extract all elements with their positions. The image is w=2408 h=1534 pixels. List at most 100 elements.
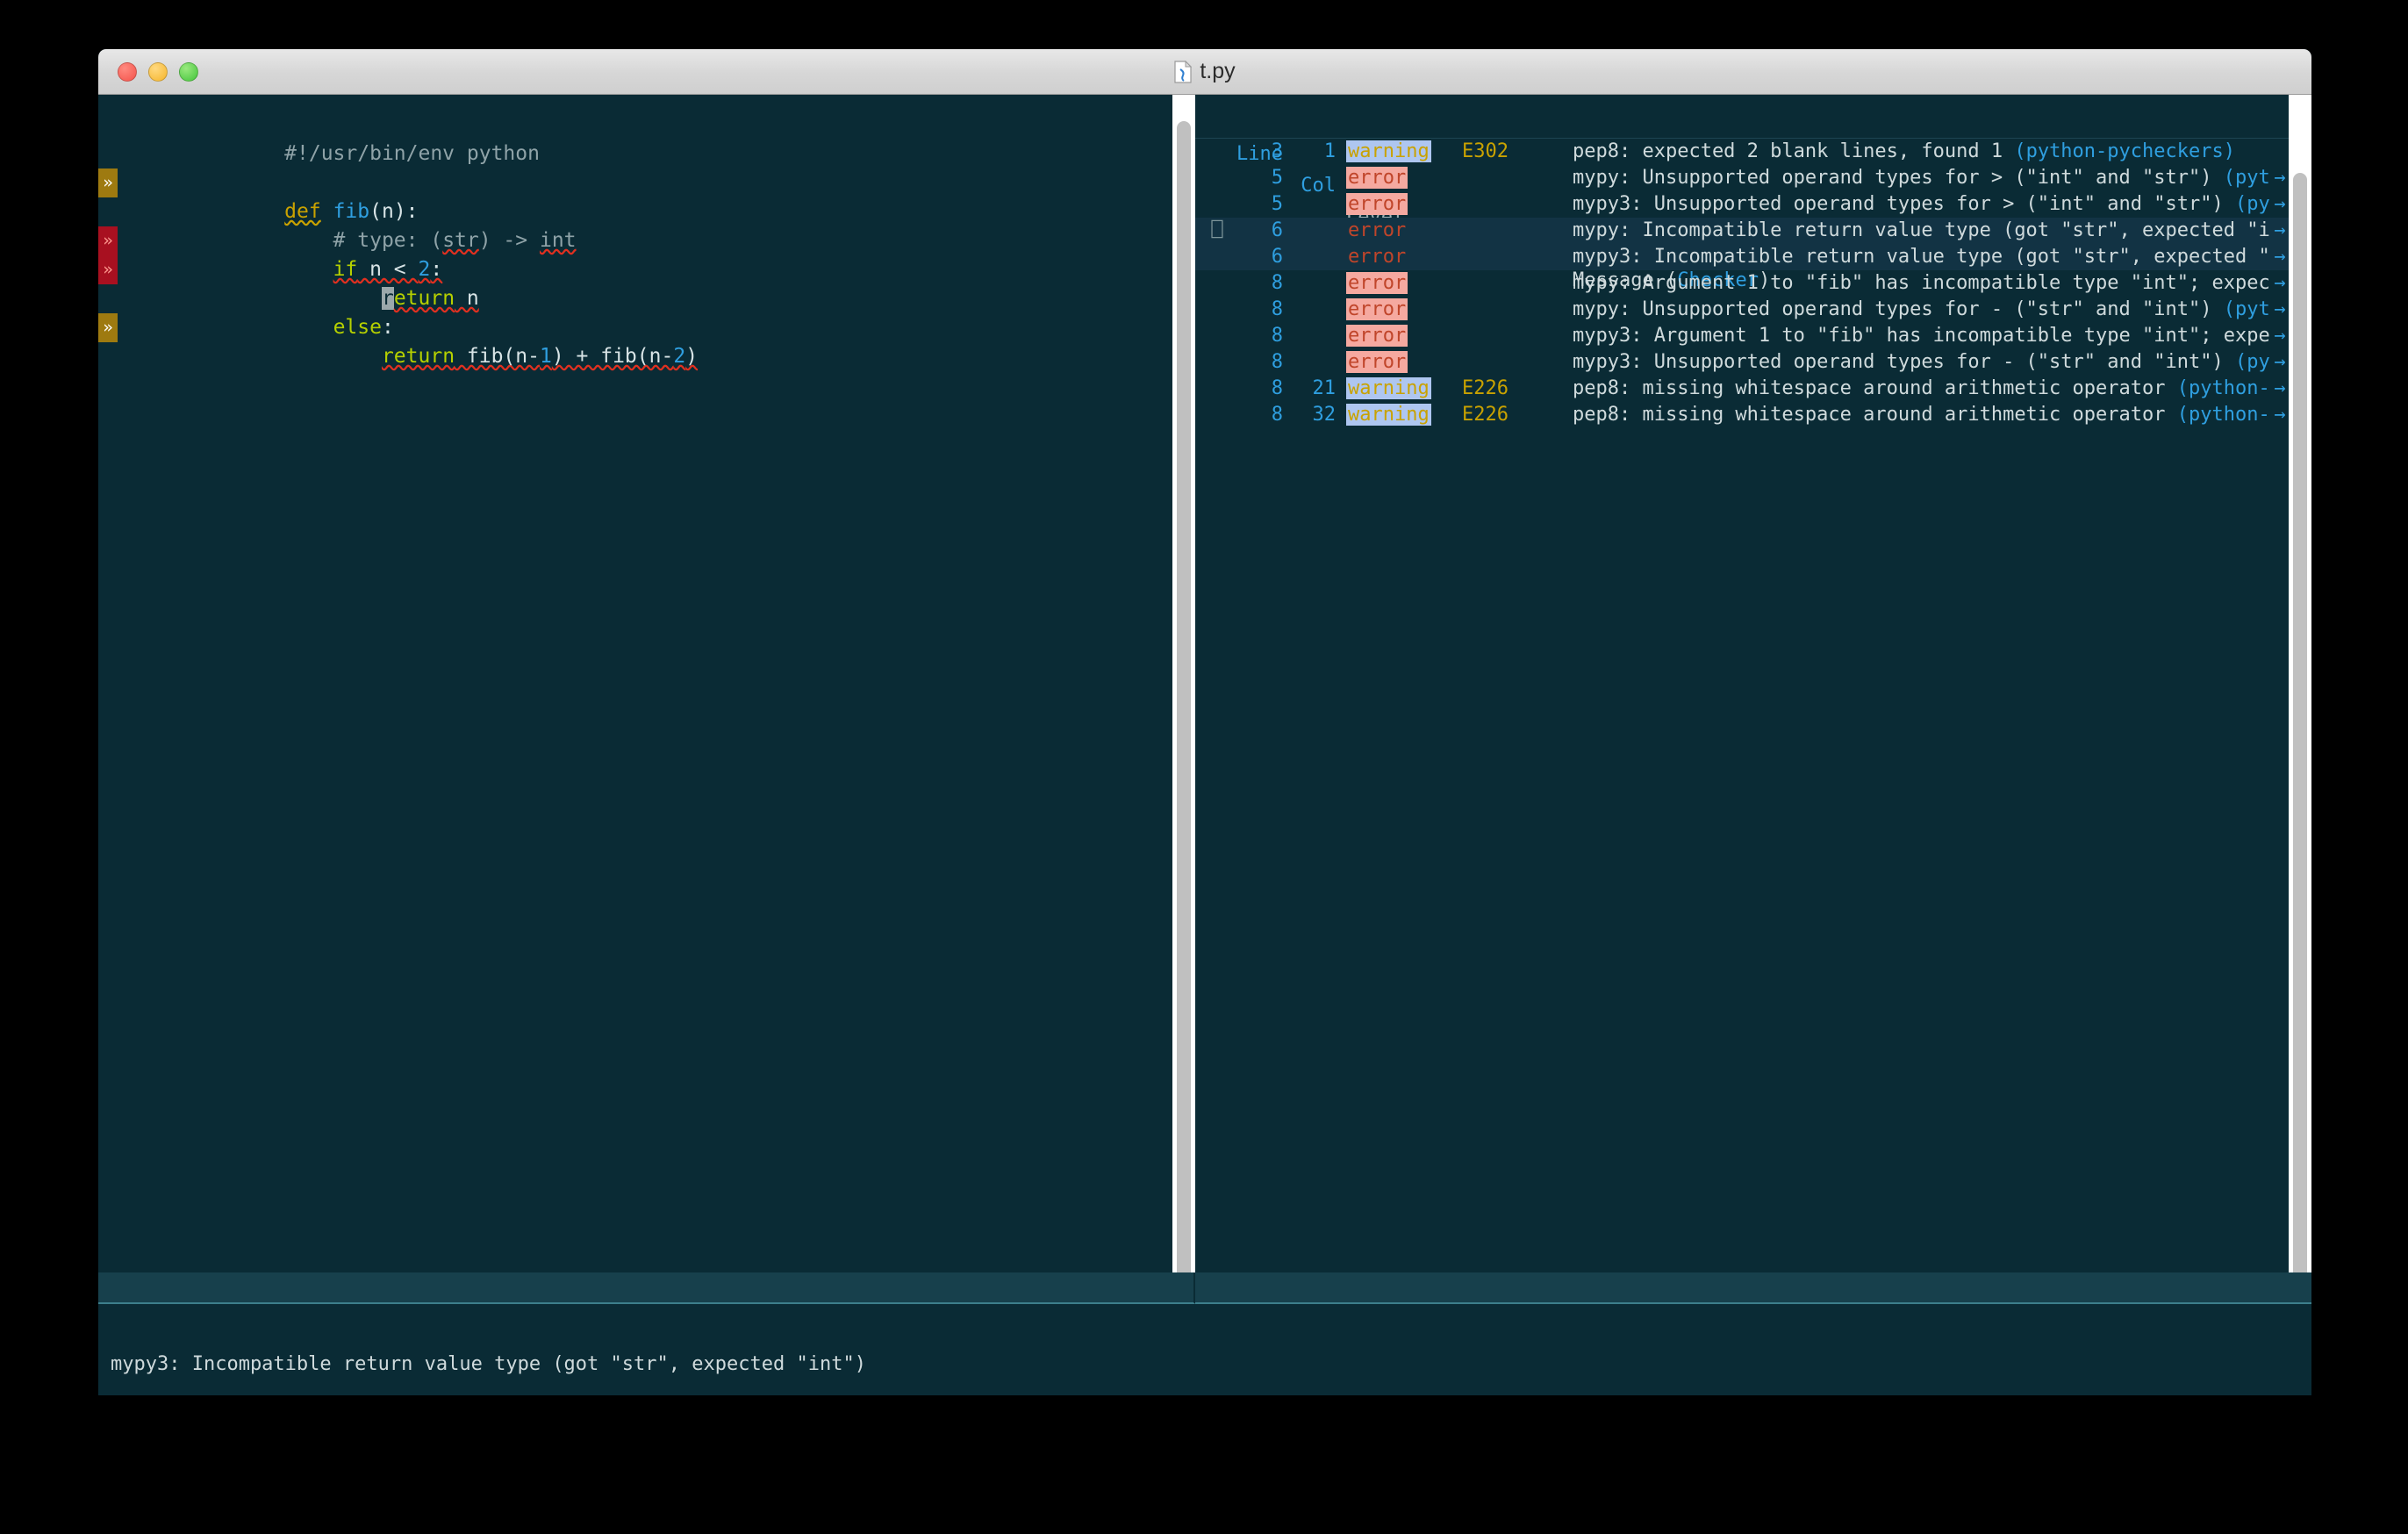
error-line-number: 8 [1271,377,1283,399]
flycheck-pane-scrollbar[interactable] [2289,95,2311,1395]
flycheck-error-row[interactable]: 5 error mypy3: Unsupported operand types f… [1195,191,2289,218]
flycheck-error-row[interactable]: 8 error mypy3: Unsupported operand types f… [1195,349,2289,376]
fringe-indicator [98,140,118,168]
error-message-text: mypy: Incompatible return value type (go… [1573,219,2289,241]
error-column-number: 1 [1323,140,1336,162]
flycheck-rows-container: 3 1 warning E302 pep8: expected 2 blank line… [1195,139,2289,428]
error-message: mypy3: Unsupported operand types for > (… [1573,191,2289,218]
error-line-number: 3 [1271,140,1283,162]
error-message-text: pep8: missing whitespace around arithmet… [1573,377,2177,399]
error-message: mypy3: Incompatible return value type (g… [1573,244,2289,270]
scrollbar-thumb[interactable] [1177,120,1191,1370]
truncation-arrow-icon: → [2271,297,2289,323]
traffic-light-group [118,61,198,82]
code-buffer[interactable]: #!/usr/bin/env python » def fib(n): # typ… [98,95,1172,1395]
truncation-arrow-icon: → [2271,323,2289,349]
fringe-indicator [98,284,118,313]
error-level-badge: error [1346,325,1408,347]
error-message: mypy: Unsupported operand types for > ("… [1573,165,2289,191]
error-id: E302 [1462,140,1509,162]
flycheck-error-row[interactable]: ⎕ 6 error mypy: Incompatible return value t… [1195,218,2289,244]
code-line [98,140,1172,168]
code-line: else: [98,284,1172,339]
flycheck-error-list[interactable]: Line Col Level ID Message (Checker) 3 1 wa… [1195,95,2289,1395]
flycheck-error-row[interactable]: 8 error mypy: Unsupported operand types fo… [1195,297,2289,323]
error-message-text: mypy3: Unsupported operand types for - (… [1573,351,2235,373]
error-level-badge: warning [1346,140,1431,162]
error-line-number: 5 [1271,193,1283,215]
error-level-badge: error [1346,272,1408,294]
error-level-cell: error [1346,323,1450,349]
error-message-text: mypy3: Unsupported operand types for > (… [1573,193,2235,215]
error-level-badge: warning [1346,377,1431,399]
truncation-arrow-icon: → [2271,218,2289,244]
code-line: # type: (str) -> int [98,197,1172,252]
flycheck-error-row[interactable]: 8 21 warning E226 pep8: missing whitespace a… [1195,376,2289,402]
error-level-badge: error [1346,167,1408,189]
close-button[interactable] [118,61,137,82]
error-message: mypy: Unsupported operand types for - ("… [1573,297,2289,323]
error-level-badge: error [1348,219,1407,241]
error-message: mypy: Incompatible return value type (go… [1573,218,2289,244]
error-line-number: 8 [1271,351,1283,373]
error-message-text: pep8: expected 2 blank lines, found 1 [1573,140,2015,162]
source-pane-scrollbar[interactable] [1172,95,1195,1395]
truncation-arrow-icon: → [2271,165,2289,191]
scrollbar-thumb[interactable] [2293,172,2307,1370]
fringe-indicator [98,111,118,140]
fringe-error-icon: » [98,226,118,255]
error-level-badge: error [1348,246,1407,268]
code-line: » return n [98,255,1172,310]
error-level-badge: error [1346,298,1408,320]
error-message-text: mypy3: Incompatible return value type (g… [1573,246,2289,268]
error-line-number: 6 [1271,219,1283,241]
fringe-error-icon: » [98,255,118,284]
error-level-cell: warning [1346,139,1450,165]
emacs-window: t.py #!/usr/bin/env python »def fib(n): [98,49,2311,1395]
minimize-button[interactable] [148,61,168,82]
window-titlebar: t.py [98,49,2311,95]
code-line: #!/usr/bin/env python [98,111,1172,165]
flycheck-error-row[interactable]: 5 error mypy: Unsupported operand types fo… [1195,165,2289,191]
error-level-cell: error [1346,244,1450,270]
error-line-number: 8 [1271,298,1283,320]
source-pane: #!/usr/bin/env python » def fib(n): # typ… [98,95,1195,1395]
code-line: » if n < 2: [98,226,1172,281]
error-message: pep8: missing whitespace around arithmet… [1573,402,2289,428]
code-line: » return fib(n-1) + fib(n-2) [98,313,1172,368]
flycheck-error-row[interactable]: 8 error mypy3: Argument 1 to "fib" has inc… [1195,323,2289,349]
error-message: pep8: missing whitespace around arithmet… [1573,376,2289,402]
error-message-text: mypy: Argument 1 to "fib" has incompatib… [1573,272,2289,294]
window-body: #!/usr/bin/env python » def fib(n): # typ… [98,95,2311,1395]
flycheck-errors-pane: Line Col Level ID Message (Checker) 3 1 wa… [1195,95,2311,1395]
error-line-number: 8 [1271,325,1283,347]
flycheck-error-row[interactable]: 8 32 warning E226 pep8: missing whitespace a… [1195,402,2289,428]
error-level-cell: error [1346,165,1450,191]
flycheck-error-row[interactable]: 8 error mypy: Argument 1 to "fib" has inco… [1195,270,2289,297]
zoom-button[interactable] [179,61,198,82]
error-message-text: mypy: Unsupported operand types for - ("… [1573,298,2224,320]
error-id: E226 [1462,377,1509,399]
error-level-badge: error [1346,193,1408,215]
error-level-cell: error [1346,349,1450,376]
flycheck-error-row[interactable]: 3 1 warning E302 pep8: expected 2 blank line… [1195,139,2289,165]
error-level-cell: warning [1346,402,1450,428]
error-checker-name[interactable]: (python-pycheckers) [2014,140,2235,162]
error-message: mypy3: Unsupported operand types for - (… [1573,349,2289,376]
flycheck-error-row[interactable]: 6 error mypy3: Incompatible return value t… [1195,244,2289,270]
error-message: pep8: expected 2 blank lines, found 1 (p… [1573,139,2289,165]
modeline-flycheck[interactable]: 2 U:%%- *Flycheck errors* for buffer t.p… [1195,1272,2311,1304]
error-line-number: 8 [1271,272,1283,294]
error-message-text: mypy3: Argument 1 to "fib" has incompati… [1573,325,2289,347]
error-message-text: pep8: missing whitespace around arithmet… [1573,404,2177,426]
modeline-source[interactable]: 1 U:--- t.py All (6,8) (Python Elpy Fly … [98,1272,1195,1304]
window-title-text: t.py [1200,59,1236,83]
error-line-number: 6 [1271,246,1283,268]
error-line-number: 5 [1271,167,1283,189]
echo-area[interactable]: mypy3: Incompatible return value type (g… [98,1304,2311,1395]
truncation-arrow-icon: → [2271,270,2289,297]
error-level-badge: error [1346,351,1408,373]
truncation-arrow-icon: → [2271,402,2289,428]
error-level-cell: error [1346,297,1450,323]
window-title-group: t.py [98,59,2311,84]
